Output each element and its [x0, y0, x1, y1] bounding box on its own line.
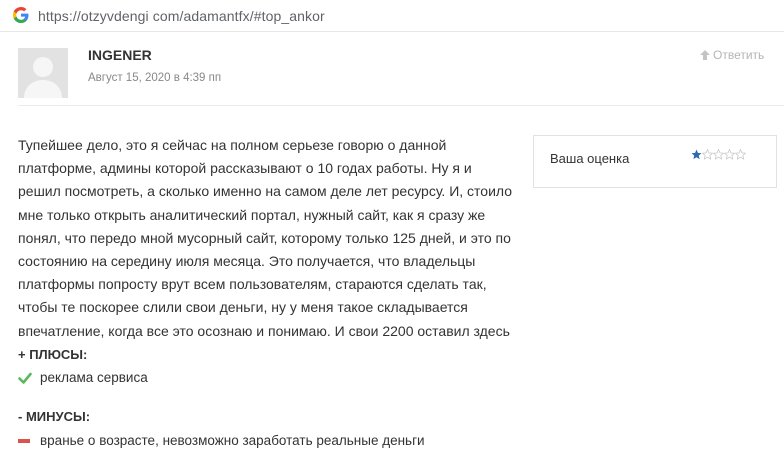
pros-heading: + ПЛЮСЫ:	[18, 347, 88, 362]
rating-label: Ваша оценка	[550, 151, 630, 166]
body-line: мне только открыть аналитический портал,…	[18, 206, 486, 223]
pros-item-text: реклама сервиса	[40, 370, 148, 385]
header-divider	[18, 105, 784, 106]
body-line: платформе, админы которой рассказывают о…	[18, 160, 472, 177]
cons-item-text: вранье о возрасте, невозможно заработать…	[40, 433, 425, 448]
minus-icon	[18, 438, 30, 443]
comment-author: INGENER	[88, 47, 152, 63]
star-icon[interactable]	[713, 149, 724, 160]
rating-stars[interactable]	[691, 149, 746, 160]
comment-date: Август 15, 2020 в 4:39 пп	[88, 72, 222, 84]
user-silhouette-icon	[18, 48, 68, 98]
cons-item: вранье о возрасте, невозможно заработать…	[18, 433, 425, 448]
arrow-up-icon	[700, 50, 710, 60]
reply-button[interactable]: Ответить	[699, 48, 764, 62]
check-icon	[18, 372, 32, 384]
body-line: чтобы те поскорее слили свои деньги, ну …	[18, 299, 468, 316]
body-line: платформы попросту врут всем пользовател…	[18, 276, 487, 293]
address-bar[interactable]: https://otzyvdengi com/adamantfx/#top_an…	[0, 0, 784, 32]
star-icon[interactable]	[735, 149, 746, 160]
avatar	[18, 48, 68, 98]
star-icon[interactable]	[702, 149, 713, 160]
pros-item: реклама сервиса	[18, 370, 148, 385]
cons-heading: - МИНУСЫ:	[18, 409, 91, 424]
star-icon[interactable]	[724, 149, 735, 160]
body-line: решил посмотреть, а сколько именно на са…	[18, 183, 513, 200]
google-icon	[13, 7, 29, 23]
star-icon[interactable]	[691, 149, 702, 160]
reply-label: Ответить	[713, 48, 765, 62]
comment-body: Тупейшее дело, это я сейчас на полном се…	[18, 134, 528, 343]
body-line: Тупейшее дело, это я сейчас на полном се…	[18, 137, 447, 153]
body-line: состоянию на середину июля месяца. Это п…	[18, 253, 476, 270]
url-text[interactable]: https://otzyvdengi com/adamantfx/#top_an…	[38, 8, 325, 24]
body-line: впечатление, когда все это осознаю и пон…	[18, 322, 510, 339]
body-line: понял, что передо мной мусорный сайт, ко…	[18, 229, 511, 246]
rating-box: Ваша оценка	[533, 135, 777, 188]
